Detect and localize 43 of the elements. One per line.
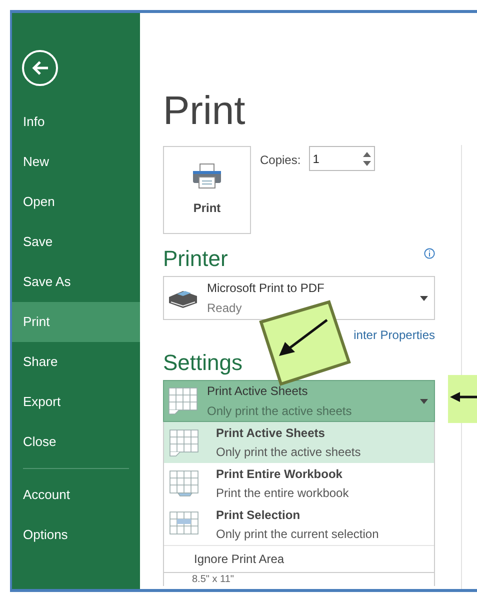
printer-icon [192, 163, 222, 189]
printer-properties-link[interactable]: inter Properties [354, 326, 435, 344]
sidebar-item[interactable]: Save [12, 222, 140, 262]
option-title: Print Selection [216, 506, 302, 524]
sidebar-item[interactable]: Save As [12, 262, 140, 302]
sidebar-item[interactable]: Share [12, 342, 140, 382]
copies-spinner[interactable]: 1 [308, 146, 375, 171]
printer-heading: Printer [163, 246, 228, 272]
sidebar-item[interactable]: Account [12, 475, 140, 515]
caret-icon [420, 398, 428, 404]
ignore-print-area-option[interactable]: Ignore Print Area [164, 550, 284, 568]
setting-subtitle: Only print the active sheets [207, 403, 353, 420]
sidebar-item[interactable]: Options [12, 515, 140, 555]
option-subtitle: Only print the active sheets [216, 444, 361, 460]
sidebar-item[interactable]: Open [12, 182, 140, 222]
setting-title: Print Active Sheets [207, 383, 309, 400]
print-button[interactable]: Print [163, 146, 251, 234]
option-title: Print Active Sheets [216, 424, 326, 442]
settings-heading: Settings [163, 350, 244, 376]
back-arrow-icon [31, 60, 49, 76]
spinner-arrows-icon [362, 150, 371, 166]
sidebar-item[interactable]: Close [12, 422, 140, 462]
caret-icon [420, 296, 428, 300]
sheet-icon [168, 468, 200, 498]
option-subtitle: Print the entire workbook [216, 484, 349, 502]
sidebar-item[interactable]: Export [12, 382, 140, 422]
sheet-icon [167, 386, 199, 416]
sidebar-item[interactable]: Print [12, 302, 140, 342]
sidebar-item[interactable]: Info [12, 102, 140, 142]
page-title: Print [163, 89, 246, 133]
arrow-callout-drawing [448, 375, 477, 423]
copies-label: Copies: [260, 152, 301, 169]
sheet-icon [168, 428, 200, 458]
settings-option[interactable]: Print Active Sheets Only print the active sheets [164, 422, 434, 463]
sidebar-item[interactable]: New [12, 142, 140, 182]
settings-dropdown[interactable]: Print Active Sheets Only print the active sheets [163, 380, 435, 422]
printer-name: Microsoft Print to PDF [207, 280, 326, 297]
paper-size-dropdown[interactable]: 8.5" x 11" [163, 573, 435, 586]
info-icon [424, 248, 435, 259]
back-button[interactable] [22, 50, 58, 86]
printer-status: Ready [207, 300, 243, 317]
option-title: Print Entire Workbook [216, 466, 344, 482]
option-subtitle: Only print the current selection [216, 526, 379, 542]
